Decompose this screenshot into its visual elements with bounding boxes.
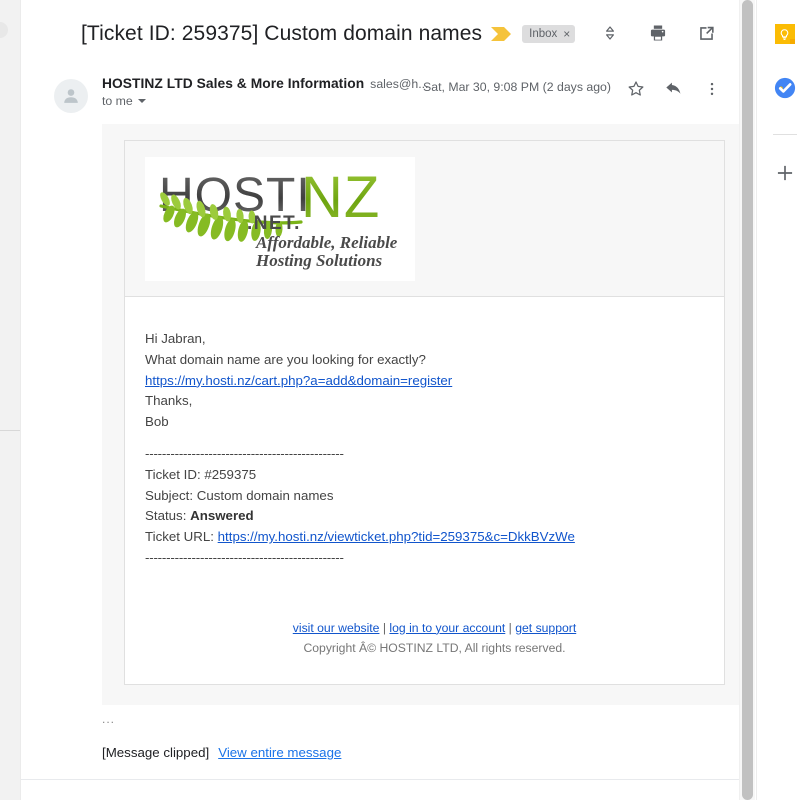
more-options-button[interactable]: [697, 74, 727, 104]
message-actions: [621, 74, 727, 104]
google-tasks-icon: [774, 77, 795, 99]
ticket-subject-value: Custom domain names: [196, 487, 334, 503]
google-keep-button[interactable]: [765, 14, 805, 54]
recipient-dropdown[interactable]: to me: [102, 94, 428, 108]
thanks-line: Thanks,: [145, 393, 193, 409]
get-support-link[interactable]: get support: [515, 621, 576, 635]
greeting-line: Hi Jabran,: [145, 331, 206, 346]
addon-divider: [772, 134, 797, 135]
ticket-status-line: Status: Answered: [145, 506, 724, 527]
sender-info: HOSTINZ LTD Sales & More Information sal…: [102, 76, 428, 108]
header-actions: [593, 16, 723, 50]
cart-link-line: https://my.hosti.nz/cart.php?a=add&domai…: [145, 371, 724, 392]
hostinz-logo-image: HOSTI NZ .NET. Affordable, Reliable Host…: [159, 165, 398, 270]
recipient-label: to me: [102, 94, 133, 108]
message-clipped-label: [Message clipped]: [102, 745, 210, 760]
print-button[interactable]: [641, 16, 675, 50]
logo-text-nz: NZ: [301, 165, 380, 230]
left-rail: [0, 0, 20, 800]
open-in-new-icon: [699, 26, 714, 40]
ticket-status-label: Status:: [145, 508, 191, 524]
page-title: [Ticket ID: 259375] Custom domain names: [81, 22, 483, 45]
email-body-text: Hi Jabran, What domain name are you look…: [125, 297, 724, 670]
left-rail-chip: [0, 22, 8, 38]
reply-arrow-icon: [666, 82, 681, 94]
person-avatar-icon: [64, 89, 78, 103]
inbox-label-text: Inbox: [529, 28, 558, 40]
chevron-down-icon: [137, 99, 146, 103]
cart-link[interactable]: https://my.hosti.nz/cart.php?a=add&domai…: [145, 373, 452, 388]
ticket-url-link[interactable]: https://my.hosti.nz/viewticket.php?tid=2…: [218, 529, 575, 544]
divider-rule-top: ----------------------------------------…: [145, 445, 344, 461]
star-outline-icon: [628, 81, 644, 96]
footer-copyright: Copyright Â© HOSTINZ LTD, All rights res…: [303, 640, 566, 655]
add-on-plus-icon: [777, 165, 792, 181]
email-card: HOSTI NZ .NET. Affordable, Reliable Host…: [124, 140, 725, 685]
label-chevron-icon: [491, 27, 512, 41]
footer-sep-1: |: [379, 620, 390, 635]
avatar[interactable]: [54, 79, 88, 113]
message-scroll-area: [Ticket ID: 259375] Custom domain names …: [21, 0, 739, 800]
inbox-label-chip[interactable]: Inbox ×: [522, 25, 576, 43]
email-footer: visit our website | log in to your accou…: [145, 619, 724, 670]
left-rail-divider: [0, 430, 20, 431]
ticket-subject-line: Subject: Custom domain names: [145, 486, 724, 507]
subject-header: [Ticket ID: 259375] Custom domain names …: [21, 0, 739, 68]
ticket-id-value: #259375: [204, 466, 257, 482]
status-badge: Answered: [190, 508, 254, 524]
more-vert-icon: [710, 82, 714, 96]
logo-tagline-line2: Hosting Solutions: [255, 251, 383, 270]
message-date: Sat, Mar 30, 9:08 PM (2 days ago): [423, 80, 611, 94]
close-icon[interactable]: ×: [563, 28, 570, 40]
logo-tagline-line1: Affordable, Reliable: [255, 233, 398, 252]
signature-line: Bob: [145, 414, 169, 430]
unfold-more-button[interactable]: [593, 16, 627, 50]
open-in-new-window-button[interactable]: [689, 16, 723, 50]
hostinz-logo: HOSTI NZ .NET. Affordable, Reliable Host…: [145, 156, 415, 281]
visit-website-link[interactable]: visit our website: [293, 621, 380, 635]
divider-rule-bottom: ----------------------------------------…: [145, 549, 344, 565]
email-logo-header: HOSTI NZ .NET. Affordable, Reliable Host…: [125, 141, 724, 297]
quoted-text-toggle[interactable]: ...: [102, 712, 115, 726]
message-clipped-row: [Message clipped] View entire message: [102, 745, 341, 760]
lightbulb-icon: [780, 28, 789, 40]
unfold-more-icon: [606, 26, 614, 40]
bottom-divider: [21, 779, 739, 780]
addon-sidebar: [756, 0, 812, 800]
sender-email: sales@h...: [370, 77, 429, 91]
ticket-url-label: Ticket URL:: [145, 529, 218, 545]
footer-sep-2: |: [505, 620, 516, 635]
add-addon-button[interactable]: [765, 153, 805, 193]
scrollbar-thumb[interactable]: [742, 0, 753, 800]
sender-header: HOSTINZ LTD Sales & More Information sal…: [21, 68, 739, 122]
ticket-id-label: Ticket ID:: [145, 466, 205, 482]
star-button[interactable]: [621, 74, 651, 104]
reply-button[interactable]: [659, 74, 689, 104]
email-body-wrapper: HOSTI NZ .NET. Affordable, Reliable Host…: [102, 124, 739, 705]
question-line: What domain name are you looking for exa…: [145, 351, 426, 367]
google-tasks-button[interactable]: [765, 68, 805, 108]
ticket-id-line: Ticket ID: #259375: [145, 465, 724, 486]
footer-links: visit our website | log in to your accou…: [145, 619, 724, 638]
ticket-url-line: Ticket URL: https://my.hosti.nz/viewtick…: [145, 527, 724, 548]
view-entire-message-link[interactable]: View entire message: [218, 745, 341, 760]
login-account-link[interactable]: log in to your account: [389, 621, 505, 635]
gmail-message-view: [Ticket ID: 259375] Custom domain names …: [0, 0, 812, 800]
ticket-subject-label: Subject:: [145, 487, 197, 503]
sender-name: HOSTINZ LTD Sales & More Information: [102, 76, 365, 91]
print-icon: [650, 25, 666, 41]
google-keep-icon: [774, 24, 795, 44]
logo-text-dotnet: .NET.: [247, 213, 301, 234]
